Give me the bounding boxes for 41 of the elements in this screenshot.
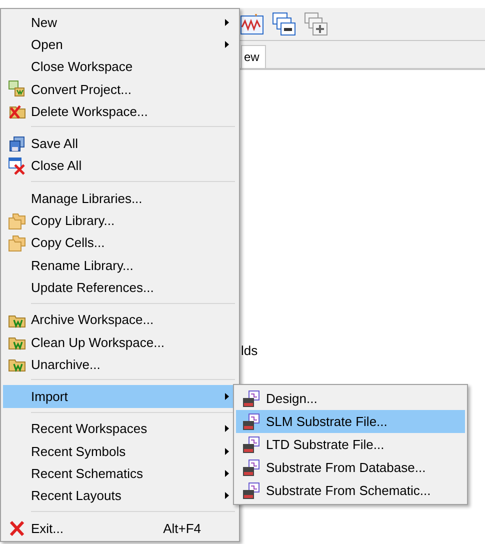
menu-item[interactable]: Convert Project... — [3, 78, 237, 100]
import-icon — [242, 390, 260, 408]
menu-item[interactable]: Exit... Alt+F4 — [3, 516, 237, 540]
close-all-icon — [8, 156, 26, 175]
menu-item[interactable]: Recent Layouts — [3, 484, 237, 507]
menu-item[interactable]: Recent Workspaces — [3, 418, 237, 440]
menu-item[interactable]: LTD Substrate File... — [236, 433, 465, 456]
menu-item[interactable]: Save All — [3, 132, 237, 155]
convert-icon — [8, 80, 26, 98]
content-text: lds — [241, 343, 258, 358]
menu-item[interactable]: Close All — [3, 154, 237, 178]
menu-item[interactable]: Copy Library... — [3, 209, 237, 232]
windows-plus-icon[interactable] — [304, 12, 328, 36]
folders-icon — [8, 234, 26, 252]
menu-item[interactable]: Update References... — [3, 276, 237, 299]
shortcut-text: Alt+F4 — [163, 520, 201, 536]
import-icon — [242, 458, 260, 476]
menu-item[interactable]: Substrate From Database... — [236, 456, 465, 479]
windows-minus-icon[interactable] — [272, 12, 296, 36]
close-icon — [8, 519, 26, 538]
import-icon — [242, 482, 260, 500]
menu-item[interactable]: Close Workspace — [3, 56, 237, 78]
menu-item[interactable]: Rename Library... — [3, 254, 237, 276]
menu-item[interactable]: Clean Up Workspace... — [3, 330, 237, 354]
menu-item[interactable]: Delete Workspace... — [3, 100, 237, 122]
menu-item[interactable]: Manage Libraries... — [3, 187, 237, 210]
menu-item[interactable]: Recent Symbols — [3, 440, 237, 462]
waveform-icon[interactable] — [240, 13, 264, 35]
save-all-icon — [8, 134, 26, 153]
menu-item[interactable]: SLM Substrate File... — [236, 410, 465, 433]
menu-item[interactable]: Design... — [236, 387, 465, 410]
menu-item[interactable]: Unarchive... — [3, 353, 237, 376]
import-icon — [242, 436, 260, 454]
menu-item[interactable]: Archive Workspace... — [3, 308, 237, 331]
menu-item[interactable]: Substrate From Schematic... — [236, 479, 465, 502]
view-tab[interactable]: ew — [241, 45, 266, 68]
import-icon — [242, 412, 260, 430]
folders-icon — [8, 212, 26, 230]
menu-item[interactable]: Copy Cells... — [3, 232, 237, 254]
menu-item[interactable]: Recent Schematics — [3, 462, 237, 485]
menu-item[interactable]: Open — [3, 33, 237, 56]
